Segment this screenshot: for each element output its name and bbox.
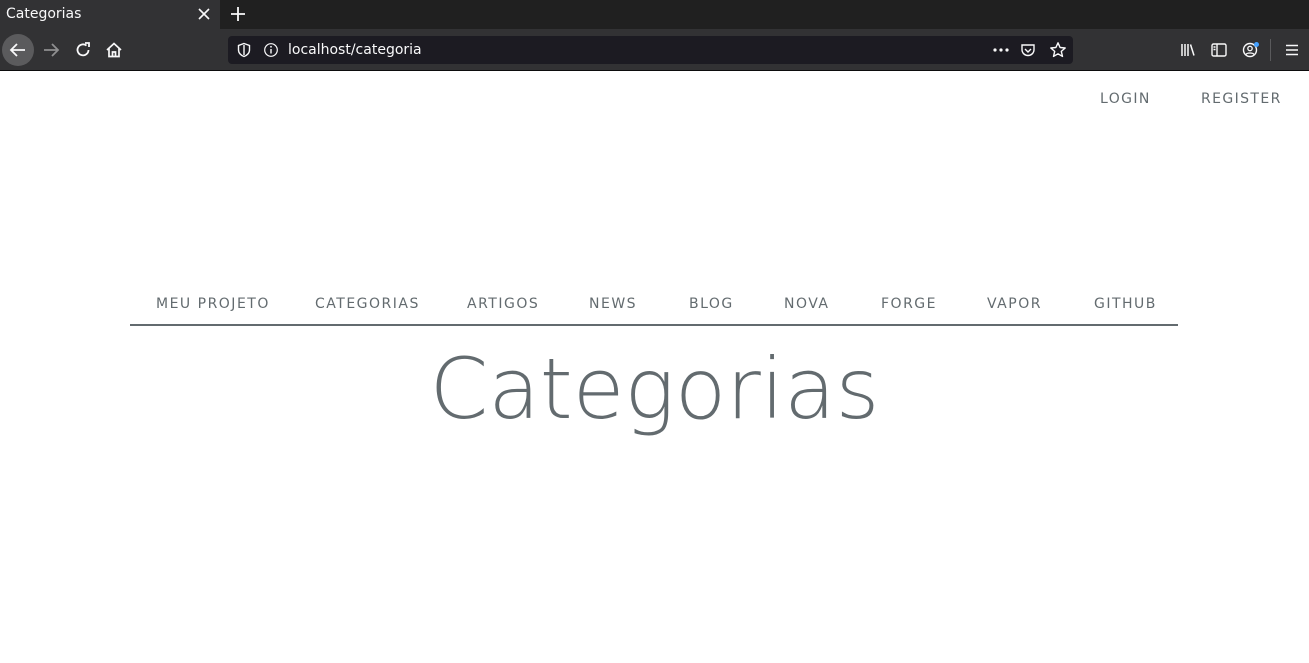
plus-icon[interactable] [228, 4, 248, 24]
nav-item-nova[interactable]: NOVA [784, 296, 830, 312]
sidebar-icon [1211, 43, 1227, 57]
library-icon [1181, 44, 1195, 56]
address-bar[interactable]: localhost/categoria [228, 36, 1073, 64]
page-title: Categorias [429, 340, 880, 438]
pocket-icon[interactable] [1020, 42, 1036, 58]
browser-tab[interactable]: Categorias [0, 0, 220, 29]
back-button[interactable] [2, 34, 34, 66]
nav-item-github[interactable]: GITHUB [1094, 296, 1157, 312]
url-text[interactable]: localhost/categoria [288, 36, 422, 64]
nav-item-forge[interactable]: FORGE [881, 296, 937, 312]
star-icon[interactable] [1049, 41, 1067, 59]
account-button[interactable] [1236, 35, 1266, 65]
sidebar-button[interactable] [1204, 35, 1234, 65]
arrow-right-icon [44, 43, 60, 57]
login-link[interactable]: LOGIN [1100, 91, 1151, 107]
arrow-left-icon [9, 43, 25, 57]
register-link[interactable]: REGISTER [1201, 91, 1282, 107]
browser-toolbar: localhost/categoria [0, 29, 1309, 71]
library-button[interactable] [1173, 35, 1203, 65]
nav-item-blog[interactable]: BLOG [689, 296, 734, 312]
nav-item-categorias[interactable]: CATEGORIAS [315, 296, 420, 312]
account-icon [1242, 42, 1259, 58]
forward-button[interactable] [36, 35, 66, 65]
reload-button[interactable] [68, 35, 98, 65]
home-icon [106, 42, 122, 58]
info-icon[interactable] [263, 42, 279, 58]
nav-item-vapor[interactable]: VAPOR [987, 296, 1042, 312]
home-button[interactable] [99, 35, 129, 65]
close-icon[interactable] [196, 6, 212, 22]
tab-strip: Categorias [0, 0, 1309, 29]
menu-button[interactable] [1277, 35, 1307, 65]
nav-item-news[interactable]: NEWS [589, 296, 637, 312]
more-icon[interactable] [991, 42, 1011, 58]
shield-icon[interactable] [236, 42, 252, 58]
reload-icon [76, 42, 90, 57]
toolbar-separator [1270, 39, 1271, 61]
hamburger-icon [1286, 44, 1298, 56]
main-nav: MEU PROJETO CATEGORIAS ARTIGOS NEWS BLOG… [130, 290, 1178, 326]
tab-title: Categorias [6, 6, 82, 22]
nav-item-meu-projeto[interactable]: MEU PROJETO [156, 296, 270, 312]
nav-item-artigos[interactable]: ARTIGOS [467, 296, 539, 312]
